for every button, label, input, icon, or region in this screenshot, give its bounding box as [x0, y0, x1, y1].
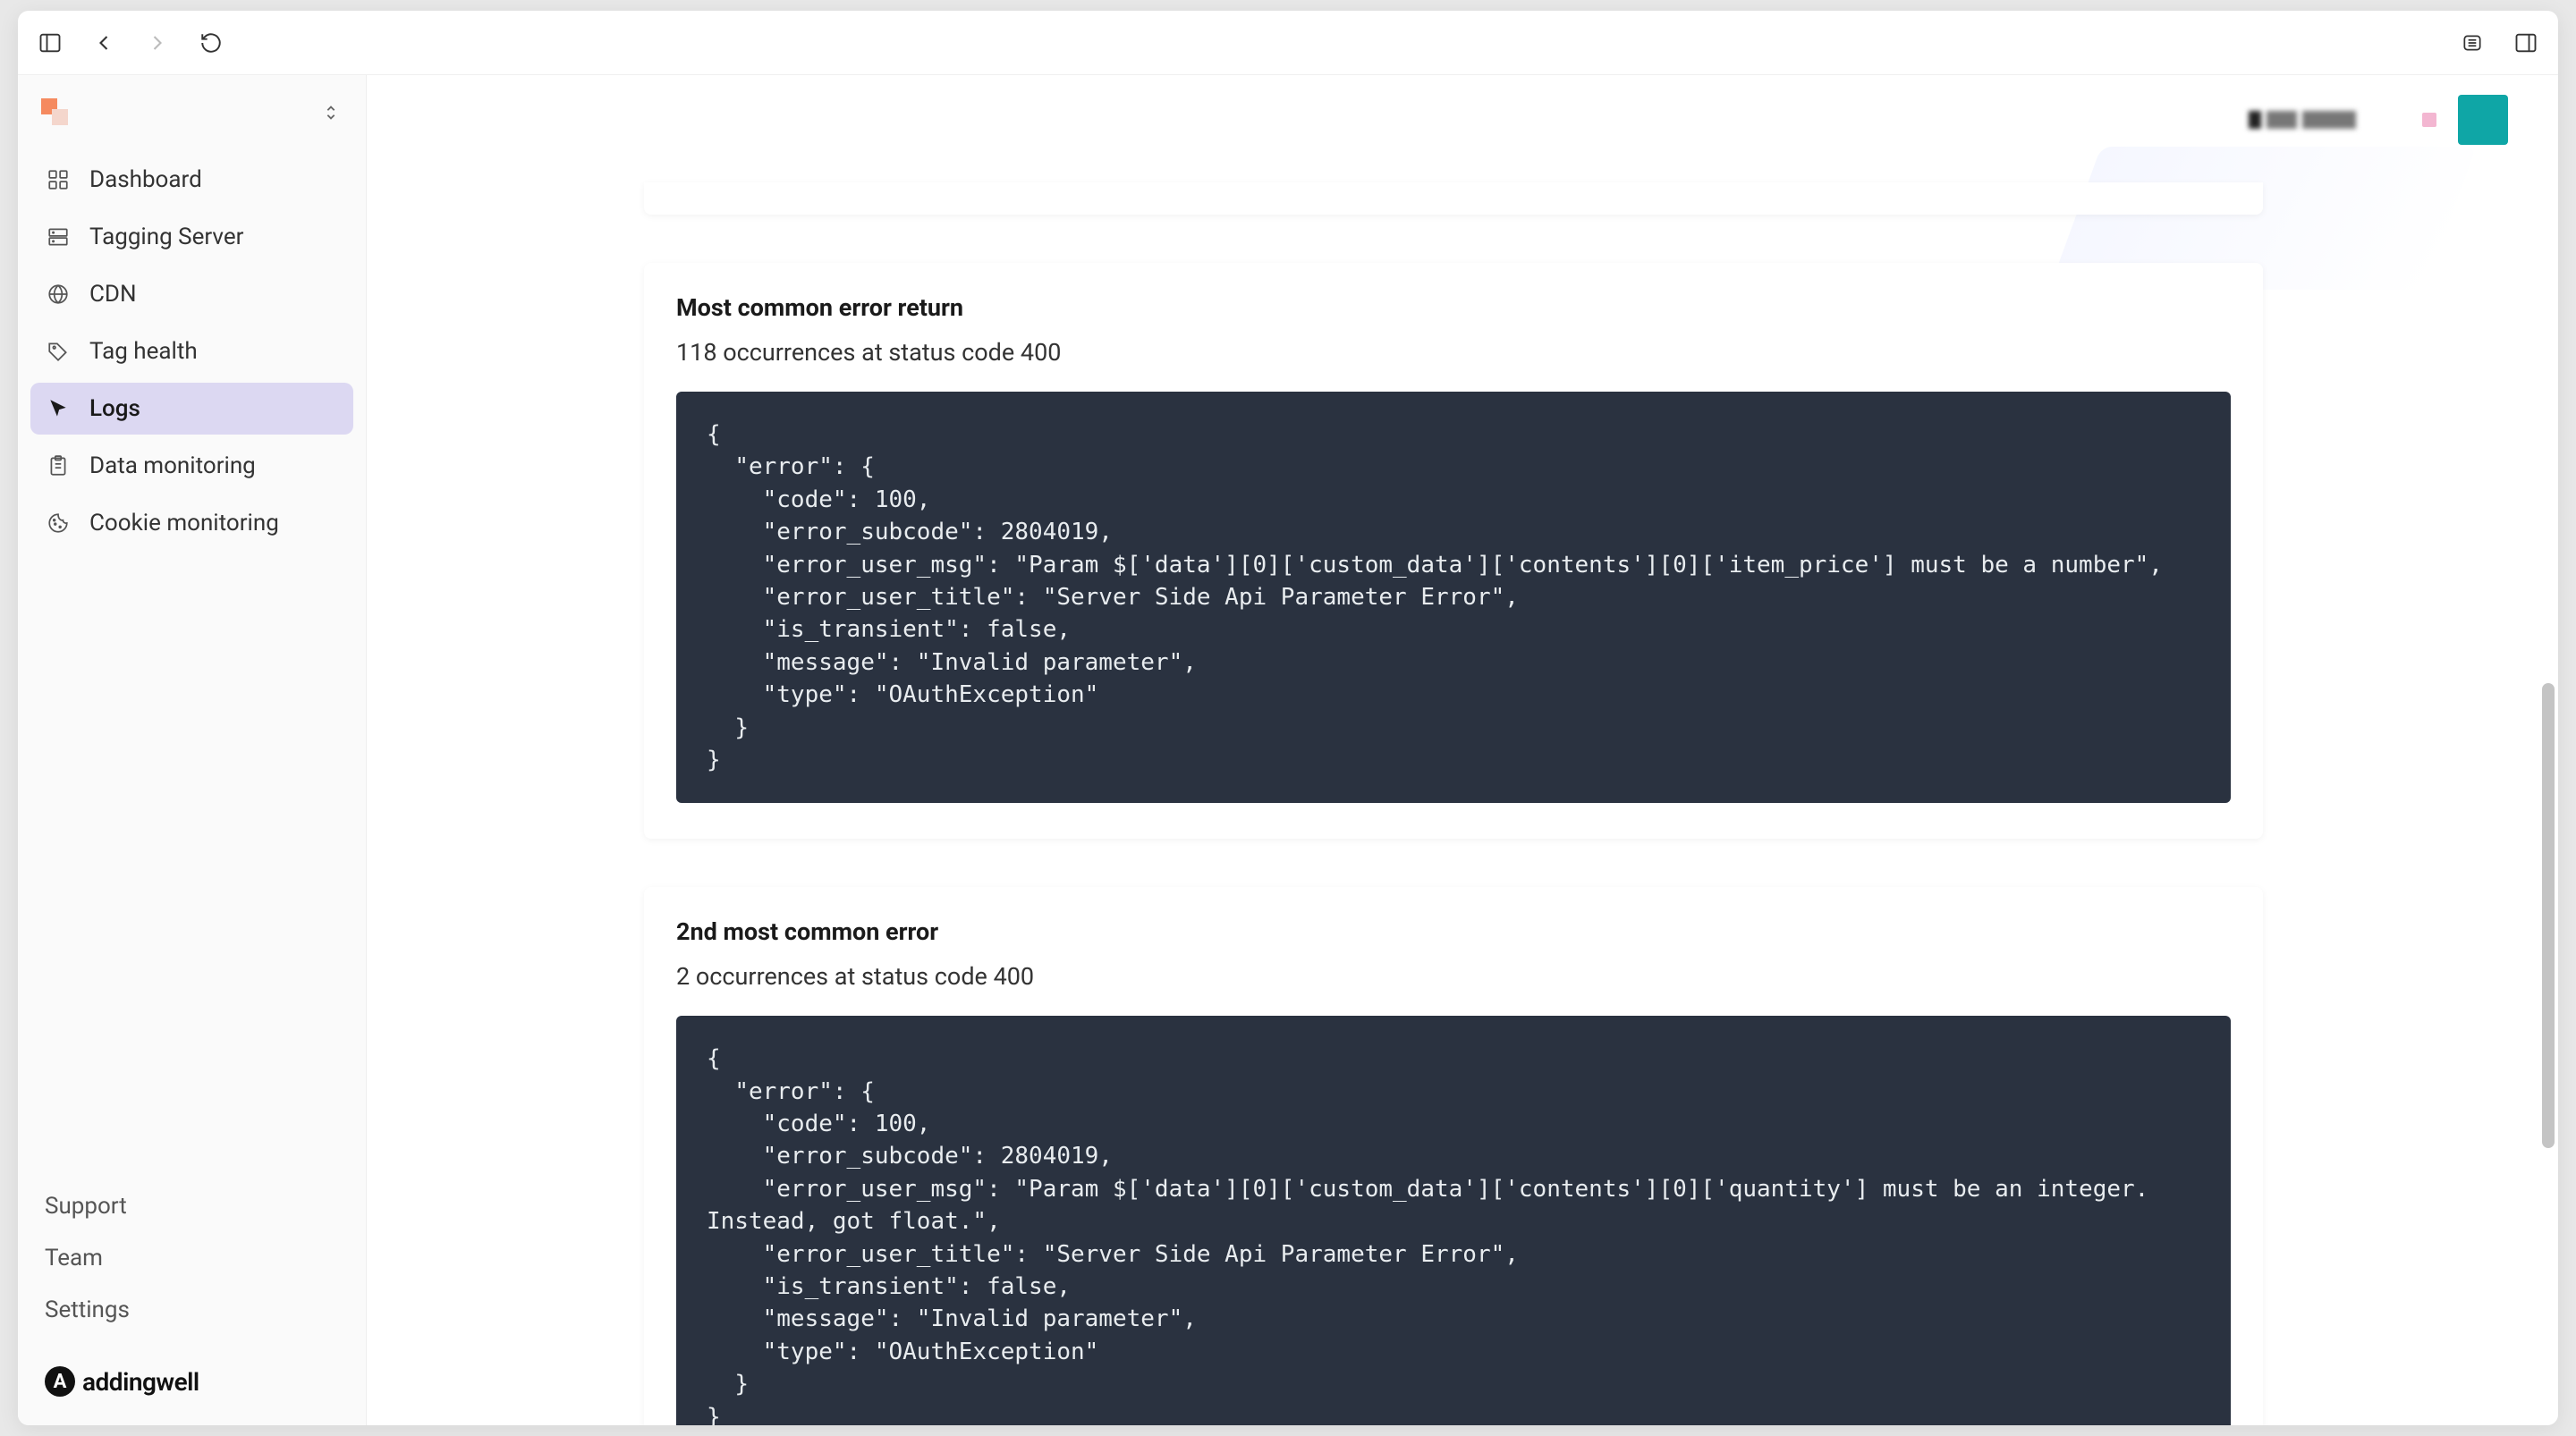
browser-content: Dashboard Tagging Server CDN [18, 75, 2558, 1425]
footer-link-team[interactable]: Team [45, 1245, 339, 1271]
sidebar-toggle-button[interactable] [34, 27, 66, 59]
clipboard-icon [45, 452, 72, 479]
error-card-title: Most common error return [676, 293, 2231, 322]
brand-name: addingwell [82, 1367, 199, 1397]
back-button[interactable] [88, 27, 120, 59]
sidebar-item-dashboard[interactable]: Dashboard [30, 154, 353, 206]
avatar[interactable] [2458, 95, 2508, 145]
sidebar: Dashboard Tagging Server CDN [18, 75, 367, 1425]
cursor-icon [45, 395, 72, 422]
forward-button[interactable] [141, 27, 174, 59]
brand-row: A addingwell [45, 1366, 339, 1397]
content-inner: Most common error return 118 occurrences… [367, 182, 2558, 1425]
sidebar-item-tagging-server[interactable]: Tagging Server [30, 211, 353, 263]
panel-right-icon [2513, 30, 2538, 55]
sidebar-footer: Support Team Settings A addingwell [30, 1186, 353, 1404]
sidebar-item-label: Tag health [89, 338, 198, 365]
topbar [367, 75, 2558, 165]
error-code-block[interactable]: { "error": { "code": 100, "error_subcode… [676, 392, 2231, 803]
grid-icon [45, 166, 72, 193]
browser-window: Dashboard Tagging Server CDN [18, 11, 2558, 1425]
arrow-left-icon [91, 30, 116, 55]
server-icon [45, 224, 72, 250]
brand-logo-icon: A [45, 1366, 75, 1397]
stack-icon [2461, 31, 2484, 55]
cookie-icon [45, 510, 72, 536]
main-area: Most common error return 118 occurrences… [367, 75, 2558, 1425]
sidebar-item-label: Logs [89, 395, 140, 422]
previous-card-stub [644, 182, 2263, 215]
arrow-right-icon [145, 30, 170, 55]
error-card-subtitle: 2 occurrences at status code 400 [676, 962, 2231, 991]
panel-right-button[interactable] [2510, 27, 2542, 59]
reload-button[interactable] [195, 27, 227, 59]
sidebar-item-logs[interactable]: Logs [30, 383, 353, 435]
footer-link-settings[interactable]: Settings [45, 1297, 339, 1323]
sidebar-item-label: Dashboard [89, 166, 202, 193]
browser-toolbar [18, 11, 2558, 75]
workspace-logo[interactable] [41, 98, 72, 129]
error-card-title: 2nd most common error [676, 917, 2231, 946]
tag-icon [45, 338, 72, 365]
content-scroll: Most common error return 118 occurrences… [367, 75, 2558, 1425]
footer-link-support[interactable]: Support [45, 1193, 339, 1220]
workspace-switcher[interactable] [321, 103, 343, 124]
status-indicator [2422, 113, 2436, 127]
redacted-badge [2249, 106, 2401, 134]
sidebar-item-label: Tagging Server [89, 224, 243, 250]
panel-left-icon [38, 30, 63, 55]
sidebar-item-label: Cookie monitoring [89, 510, 279, 536]
sidebar-item-cookie-monitoring[interactable]: Cookie monitoring [30, 497, 353, 549]
sidebar-item-tag-health[interactable]: Tag health [30, 325, 353, 377]
scrollbar-thumb[interactable] [2542, 683, 2555, 1148]
error-card-subtitle: 118 occurrences at status code 400 [676, 338, 2231, 367]
error-code-block[interactable]: { "error": { "code": 100, "error_subcode… [676, 1016, 2231, 1425]
extensions-button[interactable] [2456, 27, 2488, 59]
sidebar-item-data-monitoring[interactable]: Data monitoring [30, 440, 353, 492]
reload-icon [199, 31, 223, 55]
sidebar-item-label: CDN [89, 281, 137, 308]
error-card: 2nd most common error 2 occurrences at s… [644, 887, 2263, 1425]
sidebar-nav: Dashboard Tagging Server CDN [30, 154, 353, 549]
sidebar-item-cdn[interactable]: CDN [30, 268, 353, 320]
chevron-up-down-icon [321, 103, 341, 122]
sidebar-header [30, 91, 353, 154]
globe-icon [45, 281, 72, 308]
error-card: Most common error return 118 occurrences… [644, 263, 2263, 839]
sidebar-item-label: Data monitoring [89, 452, 256, 479]
